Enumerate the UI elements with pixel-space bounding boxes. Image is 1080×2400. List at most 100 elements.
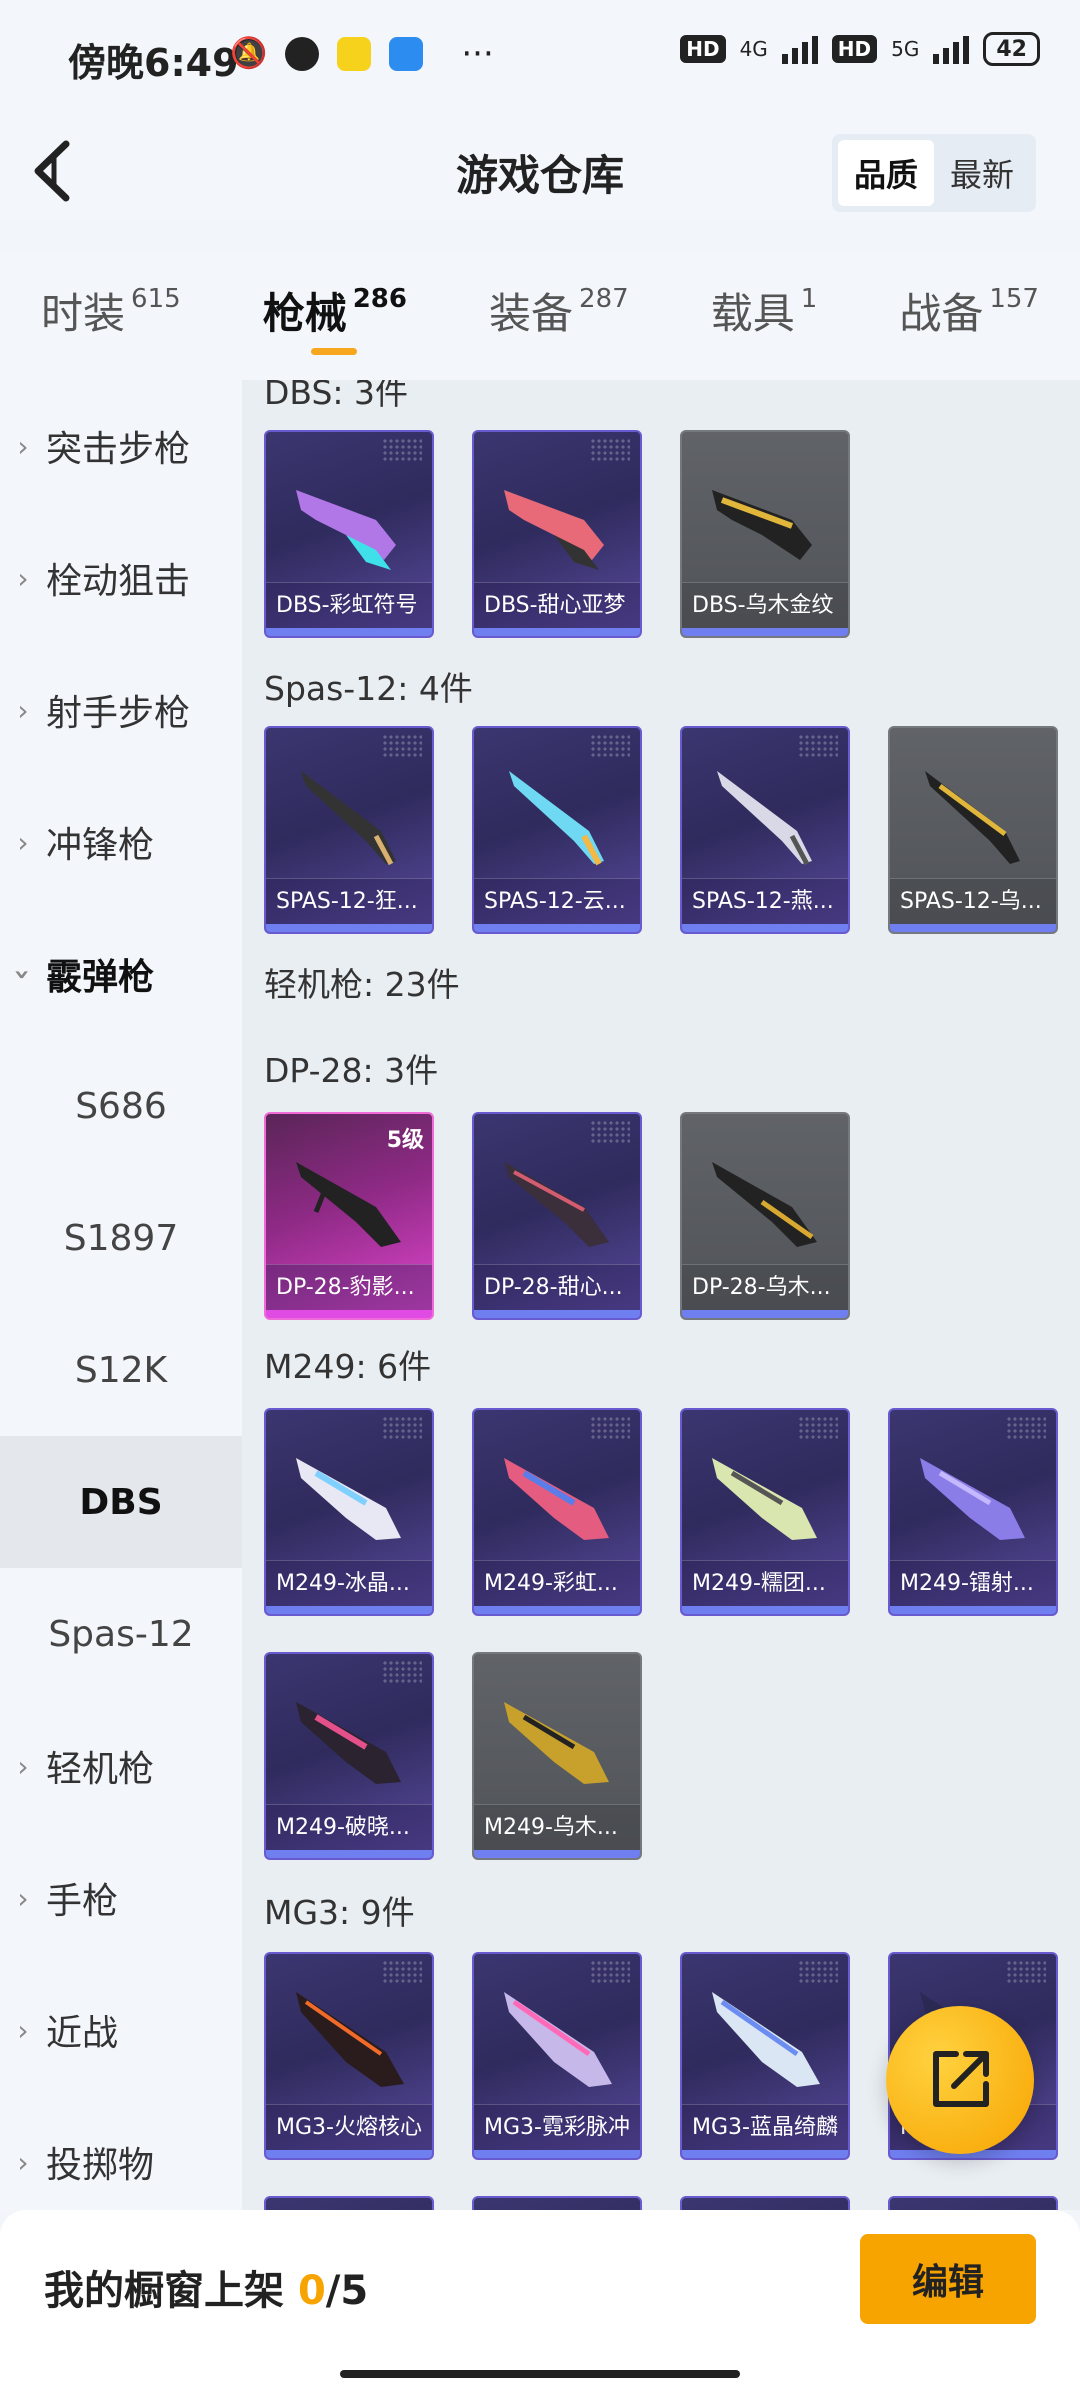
sort-quality[interactable]: 品质 (837, 140, 934, 206)
rarity-bar (474, 628, 640, 636)
weapon-card[interactable]: DBS-彩虹符号 (264, 430, 434, 638)
rarity-bar (682, 628, 848, 636)
chevron-right-icon: › (17, 2145, 29, 2179)
rarity-bar (266, 1606, 432, 1614)
weapon-card[interactable]: DBS-甜心亚梦 (472, 430, 642, 638)
shotgun-icon (504, 490, 604, 570)
share-button[interactable] (886, 2006, 1034, 2154)
weapon-card[interactable]: DP-28-乌木... (680, 1112, 850, 1320)
weapon-card-name: MG3-蓝晶绮麟 (682, 2104, 848, 2150)
weapon-card[interactable]: MG3-霓彩脉冲 (472, 1952, 642, 2160)
app-icon-blue (389, 36, 424, 71)
weapon-card[interactable]: MG3-蓝晶绮麟 (680, 1952, 850, 2160)
sidebar-item-s1897[interactable]: S1897 (0, 1172, 242, 1304)
tab-vehicles[interactable]: 载具 1 (711, 250, 818, 380)
signal-icon (781, 34, 818, 64)
machine-gun-icon (296, 1458, 401, 1540)
status-bar: 傍晚6:49 🔕 ··· HD 4G HD 5G 42 (0, 0, 1080, 120)
sidebar-item-shotgun[interactable]: › 霰弹枪 (0, 908, 242, 1040)
weapon-card[interactable]: M249-糯团... (680, 1408, 850, 1616)
sidebar-item-spas12[interactable]: Spas-12 (0, 1568, 242, 1700)
sidebar-item-dbs[interactable]: DBS (0, 1436, 242, 1568)
chevron-right-icon: › (17, 561, 29, 595)
weapon-card[interactable]: M249-冰晶... (264, 1408, 434, 1616)
sidebar-item-lmg[interactable]: › 轻机枪 (0, 1700, 242, 1832)
weapon-card[interactable]: SPAS-12-狂... (264, 726, 434, 934)
rarity-bar (474, 1310, 640, 1318)
signal-icon (933, 34, 970, 64)
weapon-card[interactable]: MG3-火熔核心 (264, 1952, 434, 2160)
weapon-card-name: DP-28-豹影... (266, 1264, 432, 1310)
machine-gun-icon (712, 1992, 820, 2087)
group-title-mg3: MG3: 9件 (264, 1893, 415, 1932)
sidebar-item-throwable[interactable]: › 投掷物 (0, 2096, 242, 2228)
weapon-card[interactable]: M249-镭射... (888, 1408, 1058, 1616)
weapon-card[interactable]: SPAS-12-乌... (888, 726, 1058, 934)
rarity-bar (266, 628, 432, 636)
chevron-down-icon: › (6, 968, 40, 980)
rarity-bar (266, 2150, 432, 2158)
shotgun-icon (712, 490, 812, 560)
shotgun-icon (296, 490, 396, 570)
weapon-card-name: MG3-火熔核心 (266, 2104, 432, 2150)
weapon-card[interactable]: M249-破晓... (264, 1652, 434, 1860)
weapon-card[interactable]: M249-乌木... (472, 1652, 642, 1860)
battery-icon: 42 (983, 32, 1040, 66)
sidebar-item-marksman-rifle[interactable]: › 射手步枪 (0, 644, 242, 776)
machine-gun-icon (296, 1702, 401, 1784)
weapon-card[interactable]: 5级 DP-28-豹影... (264, 1112, 434, 1320)
sidebar-item-smg[interactable]: › 冲锋枪 (0, 776, 242, 908)
weapon-card-name: M249-乌木... (474, 1804, 640, 1850)
notification-icons: 🔕 ··· (230, 36, 494, 71)
weapon-card[interactable]: SPAS-12-云... (472, 726, 642, 934)
weapon-card[interactable]: M249-彩虹... (472, 1408, 642, 1616)
weapon-card[interactable] (264, 2196, 434, 2210)
chevron-right-icon: › (17, 825, 29, 859)
weapon-card-name: M249-破晓... (266, 1804, 432, 1850)
sidebar-item-melee[interactable]: › 近战 (0, 1964, 242, 2096)
clock: 傍晚6:49 (68, 41, 239, 85)
sidebar-item-s12k[interactable]: S12K (0, 1304, 242, 1436)
tab-equipment[interactable]: 装备 287 (489, 250, 629, 380)
app-icon-yellow (337, 36, 372, 71)
sidebar-item-s686[interactable]: S686 (0, 1040, 242, 1172)
rarity-bar (682, 1310, 848, 1318)
rarity-bar (474, 2150, 640, 2158)
edit-button[interactable]: 编辑 (860, 2234, 1036, 2324)
network-5g-label: 5G (891, 37, 920, 61)
sort-newest[interactable]: 最新 (934, 140, 1030, 206)
weapon-card-name: DBS-甜心亚梦 (474, 582, 640, 628)
sidebar-item-bolt-sniper[interactable]: › 栓动狙击 (0, 512, 242, 644)
chevron-right-icon: › (17, 1749, 29, 1783)
weapon-card[interactable] (888, 2196, 1058, 2210)
sidebar-item-assault-rifle[interactable]: › 突击步枪 (0, 380, 242, 512)
group-title-dp28: DP-28: 3件 (264, 1051, 439, 1090)
rarity-bar (474, 1606, 640, 1614)
group-title-spas12: Spas-12: 4件 (264, 669, 473, 708)
weapon-card-name: DP-28-甜心... (474, 1264, 640, 1310)
system-status: HD 4G HD 5G 42 (680, 32, 1040, 66)
rarity-bar (890, 1606, 1056, 1614)
rarity-bar (682, 2150, 848, 2158)
weapon-card[interactable] (472, 2196, 642, 2210)
qq-icon (285, 36, 320, 71)
tab-gear[interactable]: 战备 157 (899, 250, 1039, 380)
weapon-card[interactable]: DP-28-甜心... (472, 1112, 642, 1320)
hd-icon: HD (831, 35, 878, 63)
hd-icon: HD (680, 35, 726, 63)
tab-guns[interactable]: 枪械 286 (263, 250, 407, 380)
sidebar-item-pistol[interactable]: › 手枪 (0, 1832, 242, 1964)
more-notifications-icon: ··· (461, 33, 494, 74)
weapon-card-name: DBS-乌木金纹 (682, 582, 848, 628)
group-title-lmg: 轻机枪: 23件 (264, 965, 460, 1004)
weapon-card[interactable]: DBS-乌木金纹 (680, 430, 850, 638)
weapon-card[interactable]: SPAS-12-燕... (680, 726, 850, 934)
tab-fashion[interactable]: 时装 615 (41, 250, 181, 380)
weapon-card[interactable] (680, 2196, 850, 2210)
machine-gun-icon (504, 1702, 609, 1784)
machine-gun-icon (296, 1162, 401, 1247)
machine-gun-icon (504, 1458, 609, 1540)
shotgun-icon (925, 771, 1020, 864)
mute-bell-icon: 🔕 (230, 36, 268, 71)
home-indicator[interactable] (340, 2370, 740, 2378)
